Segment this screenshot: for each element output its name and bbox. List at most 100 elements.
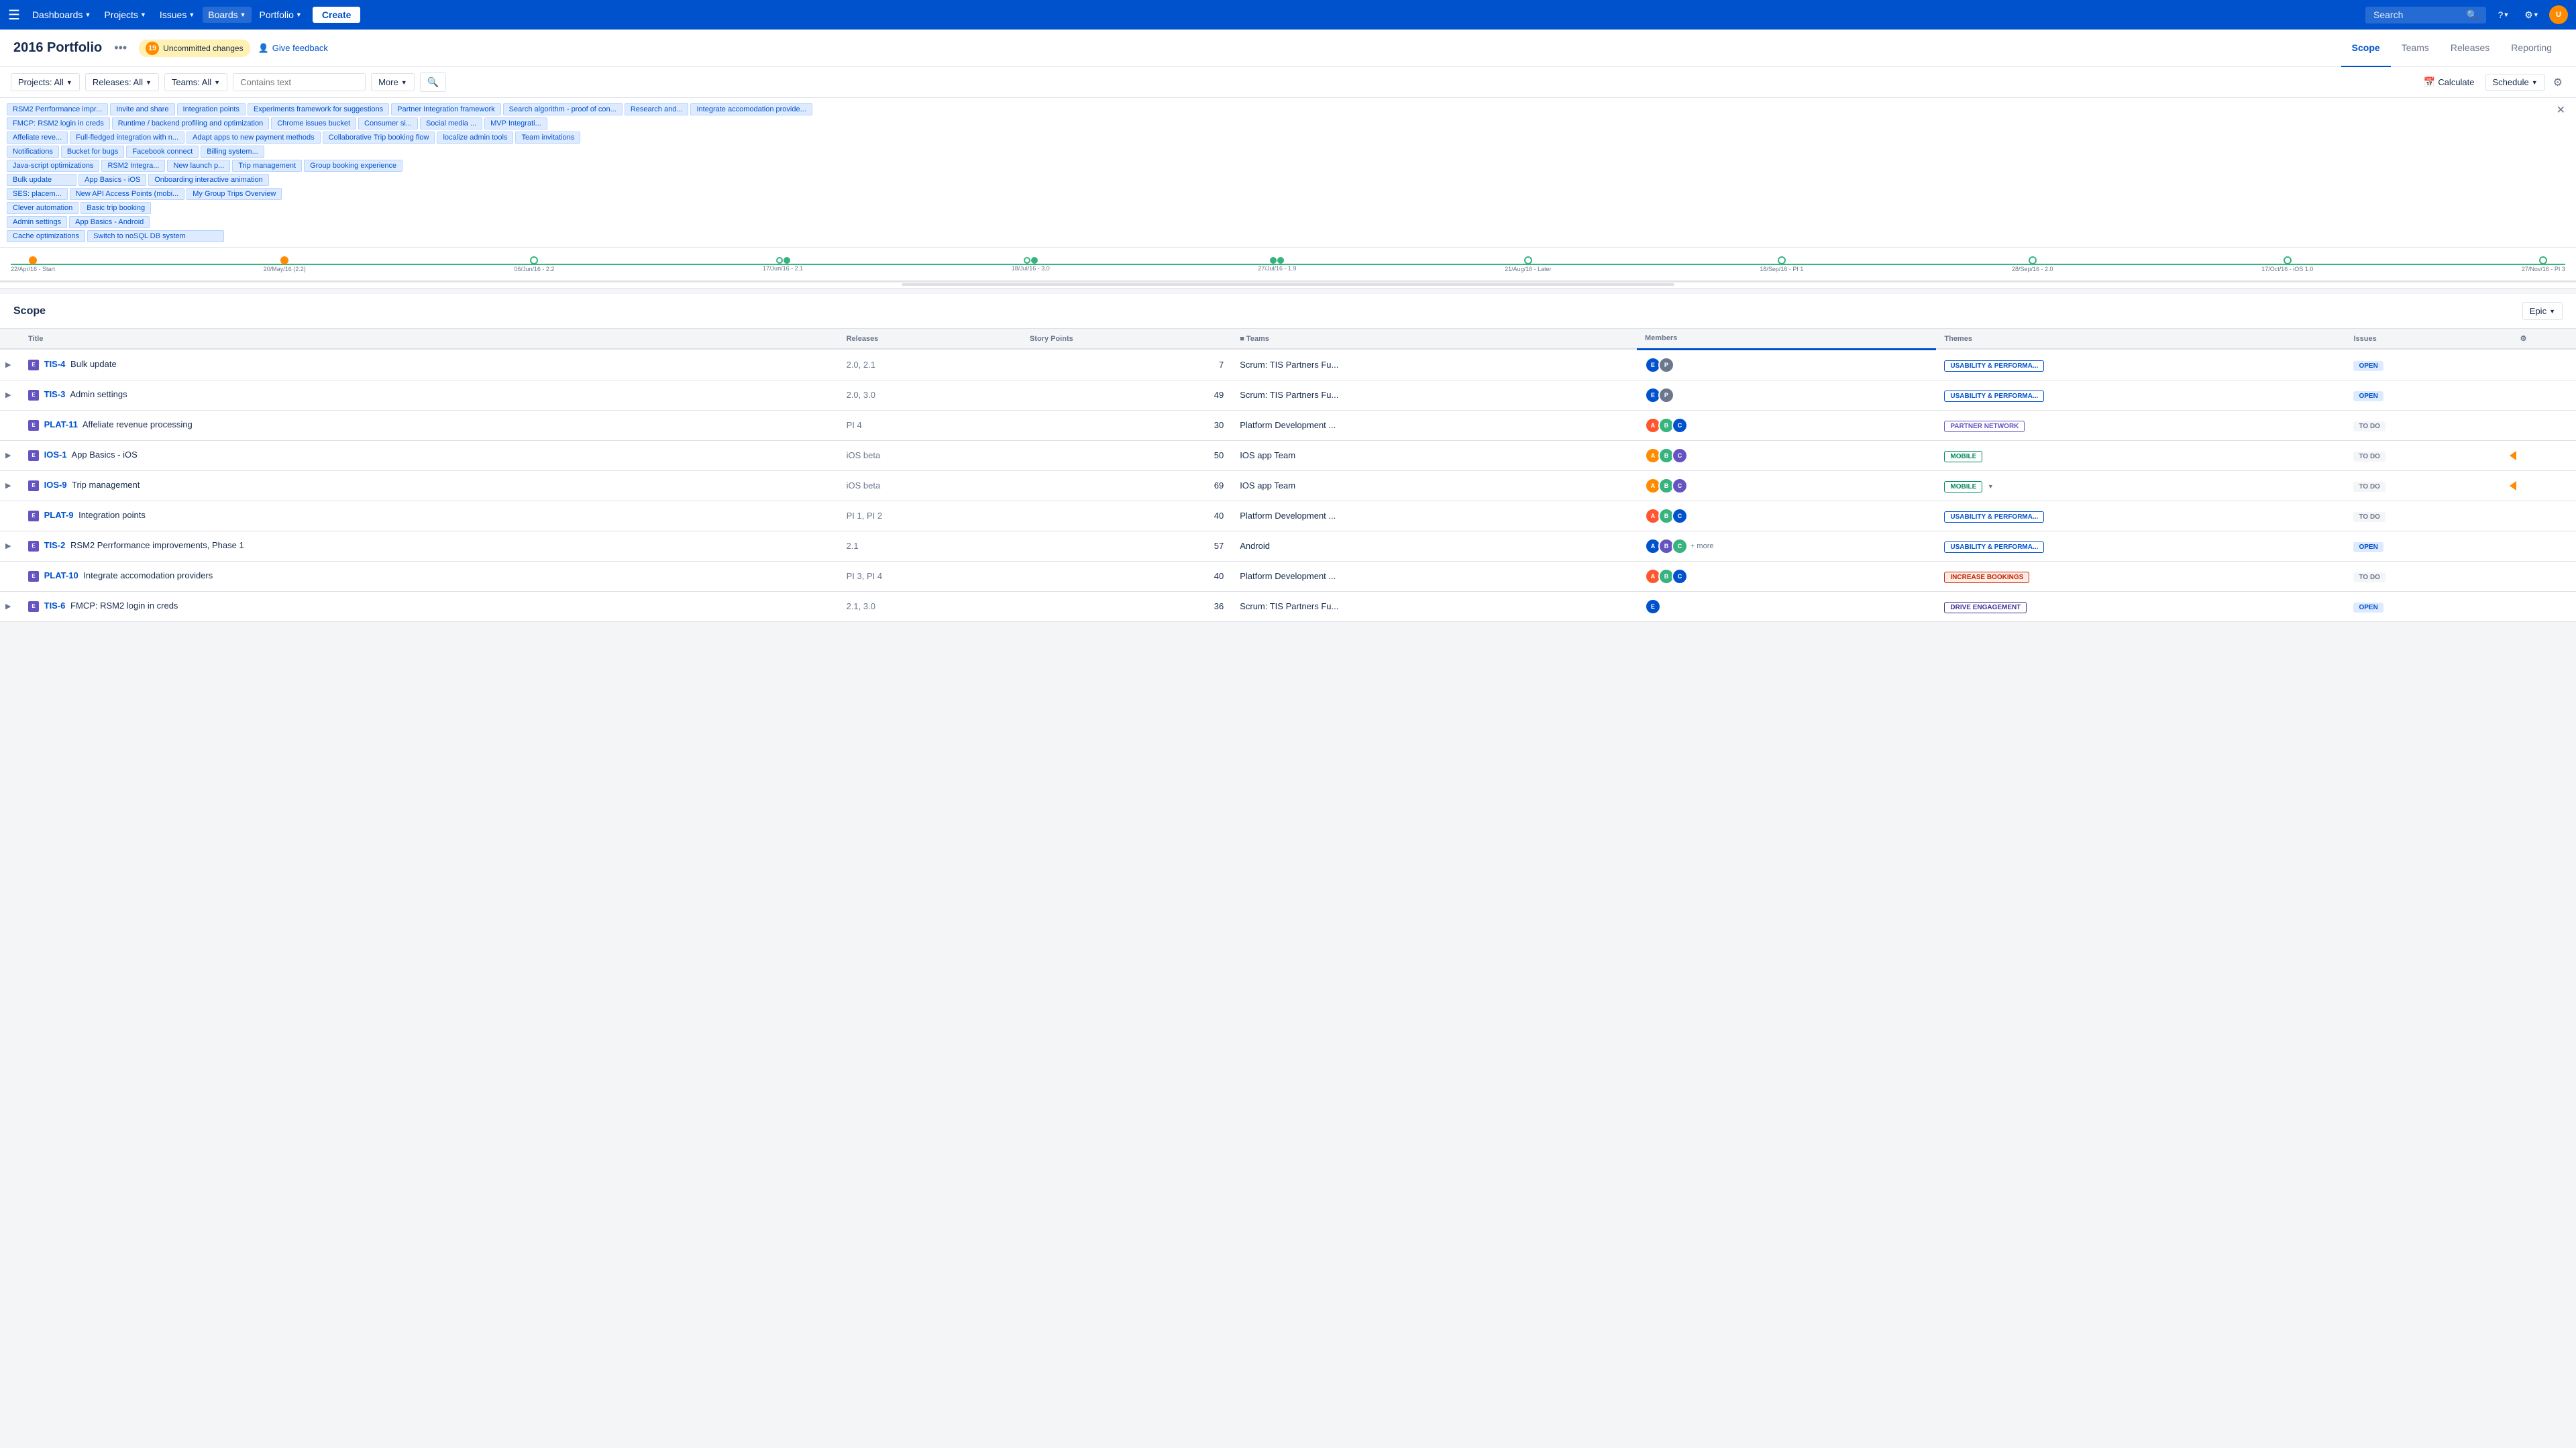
chip[interactable]: Billing system...: [201, 146, 264, 158]
chip[interactable]: Facebook connect: [126, 146, 199, 158]
chip[interactable]: Chrome issues bucket: [271, 117, 356, 130]
chip[interactable]: Clever automation: [7, 202, 78, 214]
nav-item-issues[interactable]: Issues ▼: [154, 7, 200, 23]
chip[interactable]: Cache optimizations: [7, 230, 85, 242]
col-members[interactable]: Members: [1637, 329, 1936, 349]
tab-scope[interactable]: Scope: [2341, 30, 2391, 67]
expand-cell[interactable]: ▶: [0, 440, 20, 470]
nav-item-projects[interactable]: Projects ▼: [99, 7, 152, 23]
chip[interactable]: Bulk update: [7, 174, 76, 186]
chip[interactable]: Search algorithm - proof of con...: [503, 103, 623, 115]
chip[interactable]: App Basics - iOS: [78, 174, 146, 186]
chip[interactable]: Integrate accomodation provide...: [690, 103, 812, 115]
calculate-button[interactable]: 📅 Calculate: [2418, 74, 2480, 91]
more-filter-button[interactable]: More ▼: [371, 73, 415, 91]
issue-key[interactable]: PLAT-11: [44, 419, 78, 429]
uncommitted-changes-badge[interactable]: 19 Uncommitted changes: [139, 40, 250, 57]
col-issues[interactable]: Issues: [2345, 329, 2514, 349]
chip[interactable]: Notifications: [7, 146, 59, 158]
feedback-button[interactable]: 👤 Give feedback: [258, 43, 328, 54]
chip[interactable]: Adapt apps to new payment methods: [186, 132, 321, 144]
chip[interactable]: Group booking experience: [304, 160, 402, 172]
col-title[interactable]: Title: [20, 329, 839, 349]
chip[interactable]: Invite and share: [110, 103, 174, 115]
nav-logo[interactable]: ☰: [8, 7, 20, 23]
tab-releases[interactable]: Releases: [2440, 30, 2500, 67]
teams-filter[interactable]: Teams: All ▼: [164, 73, 227, 91]
chip[interactable]: Admin settings: [7, 216, 67, 228]
chip[interactable]: MVP Integrati...: [484, 117, 547, 130]
chip[interactable]: Basic trip booking: [80, 202, 151, 214]
settings-gear-button[interactable]: ⚙: [2551, 73, 2565, 92]
chip[interactable]: Java-script optimizations: [7, 160, 99, 172]
chip[interactable]: Research and...: [625, 103, 689, 115]
col-story-points[interactable]: Story Points: [1022, 329, 1232, 349]
chip[interactable]: RSM2 Integra...: [101, 160, 165, 172]
chip[interactable]: App Basics - Android: [69, 216, 150, 228]
settings-button[interactable]: ⚙▼: [2521, 4, 2542, 25]
expand-cell[interactable]: [0, 561, 20, 591]
col-releases[interactable]: Releases: [839, 329, 1022, 349]
issue-key[interactable]: PLAT-10: [44, 570, 78, 580]
chip[interactable]: Full-fledged integration with n...: [70, 132, 184, 144]
user-avatar[interactable]: U: [2549, 5, 2568, 24]
issue-key[interactable]: TIS-6: [44, 601, 66, 611]
issue-key[interactable]: TIS-4: [44, 359, 66, 369]
chip[interactable]: New launch p...: [167, 160, 230, 172]
chip[interactable]: Consumer si...: [358, 117, 418, 130]
chip[interactable]: My Group Trips Overview: [186, 188, 282, 200]
story-points-cell: 50: [1022, 440, 1232, 470]
issue-key[interactable]: IOS-9: [44, 480, 67, 490]
expand-cell[interactable]: [0, 410, 20, 440]
issue-key[interactable]: TIS-3: [44, 389, 66, 399]
col-teams[interactable]: ■ Teams: [1232, 329, 1637, 349]
releases-filter[interactable]: Releases: All ▼: [85, 73, 159, 91]
col-themes[interactable]: Themes: [1936, 329, 2345, 349]
chip[interactable]: Switch to noSQL DB system: [87, 230, 224, 242]
tab-reporting[interactable]: Reporting: [2500, 30, 2563, 67]
help-button[interactable]: ?▼: [2493, 4, 2514, 25]
nav-item-boards[interactable]: Boards ▼: [203, 7, 251, 23]
chip[interactable]: Experiments framework for suggestions: [248, 103, 389, 115]
team-cell: Scrum: TIS Partners Fu...: [1232, 591, 1637, 621]
chip[interactable]: Team invitations: [515, 132, 580, 144]
epic-dropdown-button[interactable]: Epic ▼: [2522, 302, 2563, 320]
text-filter-input[interactable]: [233, 73, 366, 91]
projects-filter[interactable]: Projects: All ▼: [11, 73, 80, 91]
schedule-button[interactable]: Schedule ▼: [2485, 74, 2545, 91]
create-button[interactable]: Create: [313, 7, 361, 23]
chip[interactable]: localize admin tools: [437, 132, 513, 144]
chip[interactable]: FMCP: RSM2 login in creds: [7, 117, 110, 130]
chip[interactable]: Affeliate reve...: [7, 132, 68, 144]
issue-key[interactable]: IOS-1: [44, 450, 67, 460]
nav-item-dashboards[interactable]: Dashboards ▼: [27, 7, 96, 23]
expand-cell[interactable]: ▶: [0, 531, 20, 561]
chip[interactable]: Partner Integration framework: [391, 103, 501, 115]
tab-teams[interactable]: Teams: [2391, 30, 2440, 67]
chip[interactable]: Integration points: [177, 103, 246, 115]
close-timeline-button[interactable]: ✕: [2557, 103, 2565, 117]
chip[interactable]: Bucket for bugs: [61, 146, 124, 158]
search-box[interactable]: Search 🔍: [2365, 7, 2486, 23]
expand-cell[interactable]: ▶: [0, 349, 20, 380]
col-settings[interactable]: ⚙: [2515, 329, 2576, 349]
more-options-button[interactable]: •••: [110, 40, 131, 56]
expand-cell[interactable]: [0, 501, 20, 531]
chip[interactable]: Social media ...: [420, 117, 482, 130]
issue-key[interactable]: PLAT-9: [44, 510, 74, 520]
expand-cell[interactable]: ▶: [0, 380, 20, 410]
chip[interactable]: Onboarding interactive animation: [148, 174, 268, 186]
issue-key[interactable]: TIS-2: [44, 540, 66, 550]
chip[interactable]: Runtime / backend profiling and optimiza…: [112, 117, 269, 130]
text-search-button[interactable]: 🔍: [420, 72, 446, 92]
chip[interactable]: Trip management: [232, 160, 302, 172]
chip[interactable]: Collaborative Trip booking flow: [323, 132, 435, 144]
expand-cell[interactable]: ▶: [0, 591, 20, 621]
nav-item-portfolio[interactable]: Portfolio ▼: [254, 7, 307, 23]
chip[interactable]: SES: placem...: [7, 188, 68, 200]
chip[interactable]: New API Access Points (mobi...: [70, 188, 184, 200]
nav-right: Search 🔍 ?▼ ⚙▼ U: [2365, 4, 2568, 25]
chip[interactable]: RSM2 Perrformance impr...: [7, 103, 108, 115]
issue-icon: E: [28, 390, 39, 401]
expand-cell[interactable]: ▶: [0, 470, 20, 501]
